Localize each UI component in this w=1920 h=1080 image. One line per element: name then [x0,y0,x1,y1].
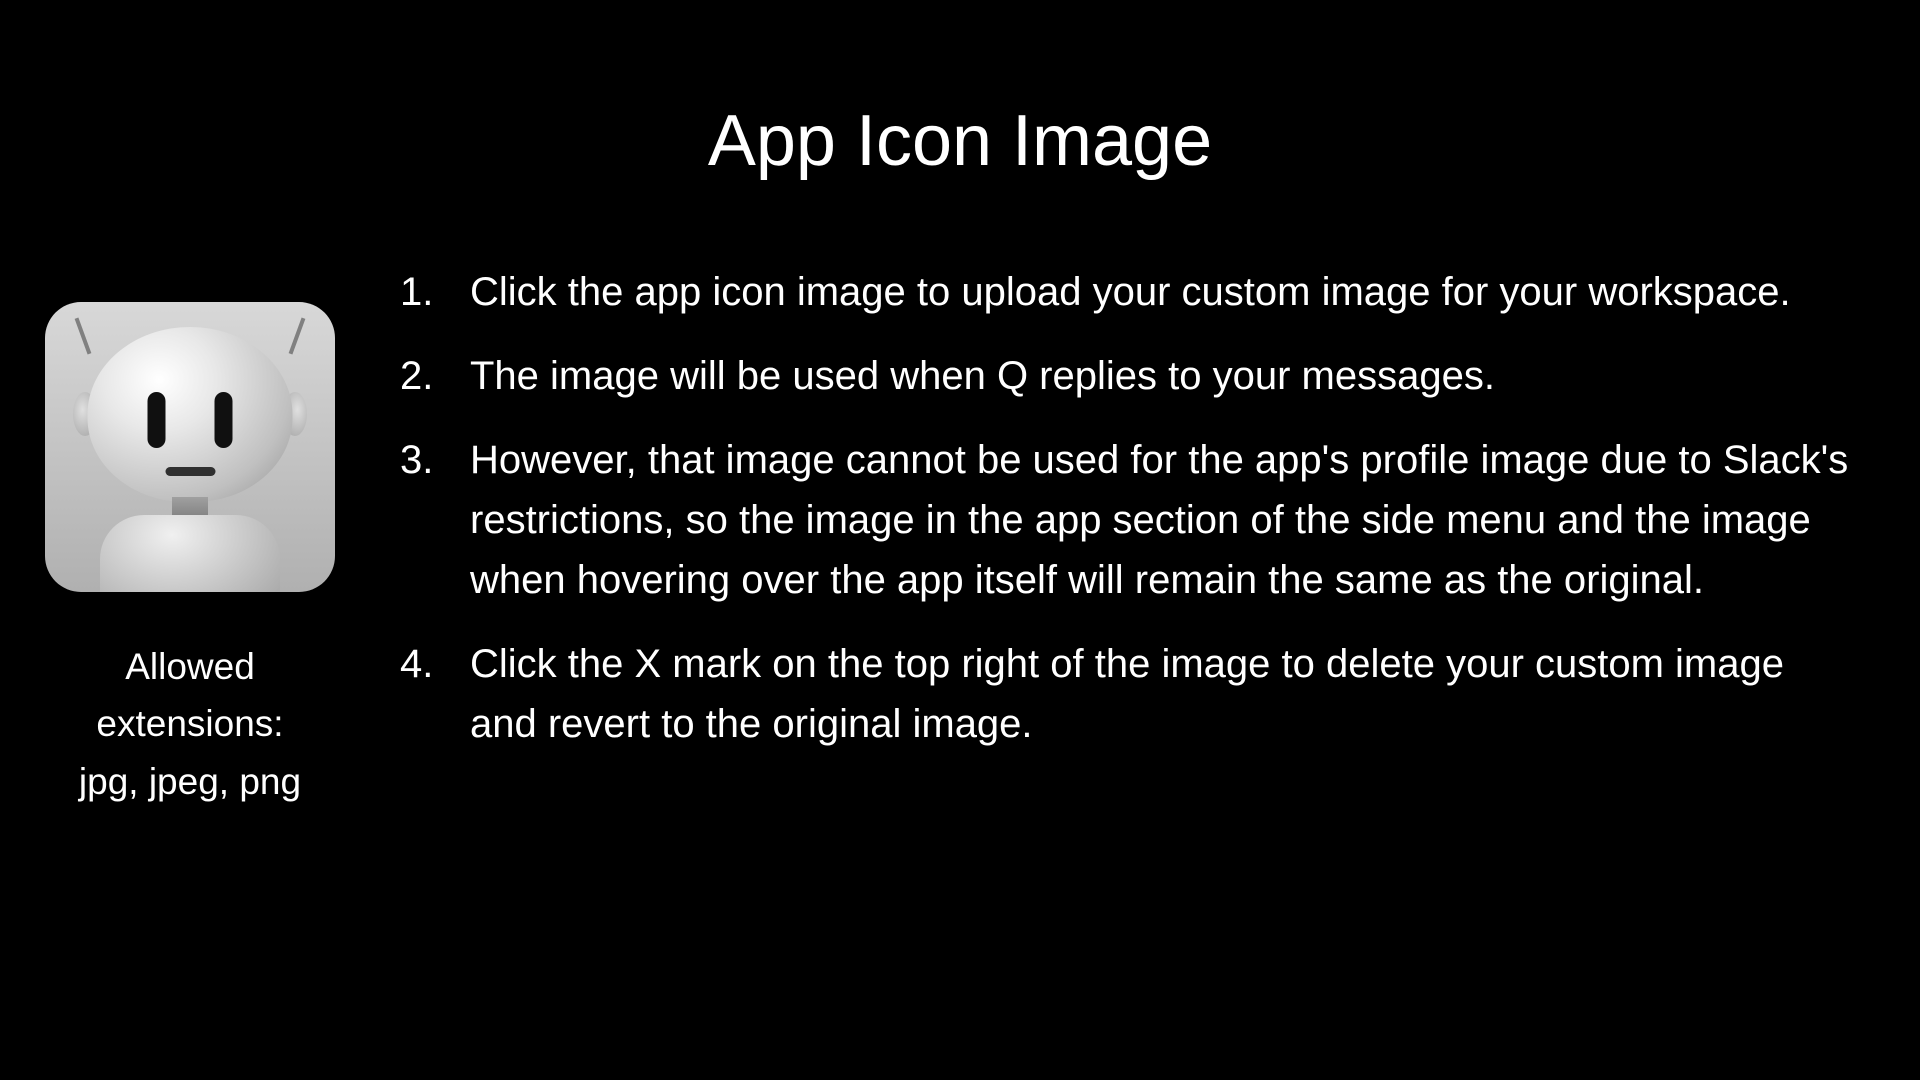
page-container: App Icon Image [0,0,1920,810]
app-icon-upload[interactable] [45,302,335,592]
left-column: Allowed extensions: jpg, jpeg, png [40,262,340,810]
instruction-item: The image will be used when Q replies to… [400,346,1850,406]
instruction-item: Click the X mark on the top right of the… [400,634,1850,754]
instructions-list: Click the app icon image to upload your … [400,262,1850,754]
allowed-extensions: Allowed extensions: jpg, jpeg, png [40,638,340,810]
extensions-label: Allowed extensions: [40,638,340,753]
content-row: Allowed extensions: jpg, jpeg, png Click… [40,262,1880,810]
page-title: App Icon Image [40,100,1880,182]
extensions-list: jpg, jpeg, png [40,753,340,810]
robot-icon [45,302,335,592]
instruction-item: Click the app icon image to upload your … [400,262,1850,322]
instruction-item: However, that image cannot be used for t… [400,430,1850,610]
right-column: Click the app icon image to upload your … [400,262,1880,778]
